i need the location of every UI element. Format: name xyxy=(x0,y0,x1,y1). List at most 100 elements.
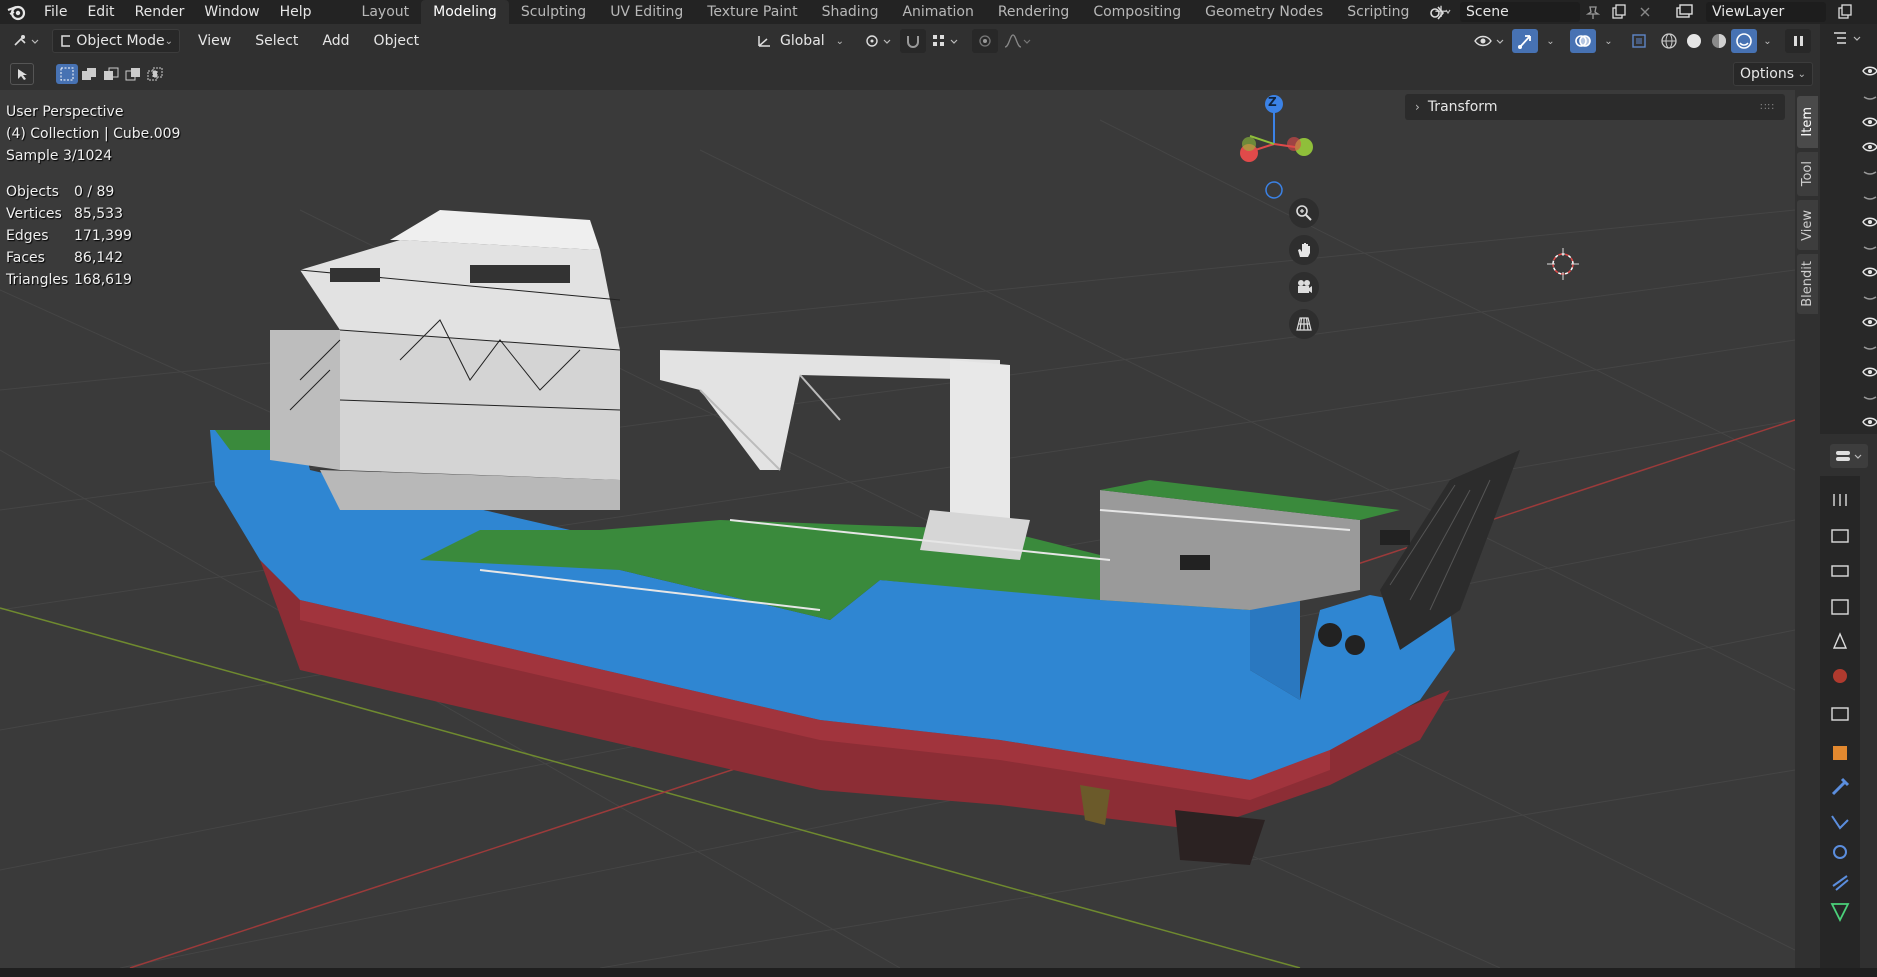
data-tab-icon xyxy=(1830,903,1850,923)
3d-viewport[interactable]: Z User Perspective (4) Collection | Cube… xyxy=(0,90,1795,968)
menu-help[interactable]: Help xyxy=(270,0,322,24)
sidebar-tabs: Item Tool View Blendit xyxy=(1795,90,1820,968)
status-bar xyxy=(0,968,1877,977)
header-menu-view[interactable]: View xyxy=(192,29,237,53)
stats-row: Faces 86,142 xyxy=(6,250,123,266)
overlays-options-chevron-icon[interactable]: ⌄ xyxy=(1598,29,1616,53)
snap-target-icon[interactable] xyxy=(928,29,964,53)
shading-options-chevron-icon[interactable]: ⌄ xyxy=(1757,29,1775,53)
viewport-scene xyxy=(0,90,1795,968)
mode-dropdown[interactable]: Object Mode ⌄ xyxy=(52,29,180,53)
sidebar-tab-view[interactable]: View xyxy=(1797,200,1818,250)
menu-window[interactable]: Window xyxy=(194,0,269,24)
scene-statistics: Objects 0 / 89 Vertices 85,533 Edges 171,39… xyxy=(6,181,132,291)
gizmo-z-label: Z xyxy=(1268,95,1277,109)
scene-name-field[interactable]: Scene xyxy=(1460,2,1580,22)
view-layer-icon[interactable] xyxy=(1666,0,1706,24)
header-menu-add[interactable]: Add xyxy=(316,29,355,53)
chevron-down-icon: ⌄ xyxy=(835,35,844,47)
snap-toggle-icon[interactable] xyxy=(900,29,926,53)
shading-wireframe-icon[interactable] xyxy=(1656,29,1682,53)
gizmo-toggle-icon[interactable] xyxy=(1512,29,1538,53)
mode-label: Object Mode xyxy=(76,33,165,49)
stats-row: Objects 0 / 89 xyxy=(6,184,115,200)
pin-icon[interactable] xyxy=(1580,0,1606,24)
chevron-down-icon: ⌄ xyxy=(1797,68,1806,80)
scene-selector: Scene xyxy=(1420,0,1658,24)
zoom-icon[interactable] xyxy=(1289,198,1319,228)
view-layer-copy-icon[interactable] xyxy=(1832,0,1858,24)
chevron-right-icon: › xyxy=(1415,100,1420,114)
tab-animation[interactable]: Animation xyxy=(890,0,985,24)
outliner-panel xyxy=(1820,24,1877,434)
options-dropdown[interactable]: Options ⌄ xyxy=(1733,62,1813,86)
tab-modeling[interactable]: Modeling xyxy=(421,0,509,24)
pause-render-icon[interactable] xyxy=(1785,29,1811,53)
top-menu-bar: File Edit Render Window Help Layout Mode… xyxy=(0,0,1877,24)
selection-mode-subtract-icon[interactable] xyxy=(100,64,122,84)
visibility-selectability-icon[interactable] xyxy=(1470,29,1508,53)
overlays-toggle-icon[interactable] xyxy=(1570,29,1596,53)
constraints-tab-icon xyxy=(1832,875,1849,891)
view-layer-name-field[interactable]: ViewLayer xyxy=(1706,2,1826,22)
tab-texture-paint[interactable]: Texture Paint xyxy=(695,0,809,24)
shading-solid-icon[interactable] xyxy=(1681,29,1707,53)
new-scene-icon[interactable] xyxy=(1606,0,1632,24)
selection-mode-extend-icon[interactable] xyxy=(78,64,100,84)
sidebar-tab-item[interactable]: Item xyxy=(1797,96,1818,148)
output-tab-icon xyxy=(1831,565,1849,577)
properties-editor-type-icon[interactable] xyxy=(1830,444,1868,468)
tab-shading[interactable]: Shading xyxy=(810,0,891,24)
gizmo-options-chevron-icon[interactable]: ⌄ xyxy=(1540,29,1558,53)
particles-tab-icon xyxy=(1831,815,1849,830)
tab-uv-editing[interactable]: UV Editing xyxy=(598,0,695,24)
outliner-filter-icon[interactable] xyxy=(1832,30,1866,50)
selection-mode-new-icon[interactable] xyxy=(56,64,78,84)
proportional-editing-icon[interactable] xyxy=(972,29,998,53)
properties-tabs xyxy=(1820,476,1860,968)
selection-mode-intersect-icon[interactable] xyxy=(144,64,166,84)
xray-toggle-icon[interactable] xyxy=(1626,29,1652,53)
pivot-point-icon[interactable] xyxy=(860,29,896,53)
viewport-header: Object Mode ⌄ View Select Add Object Glo… xyxy=(0,24,1820,58)
scene-icon[interactable] xyxy=(1420,0,1460,24)
tool-settings-row: Options ⌄ xyxy=(0,58,1820,90)
stats-row: Vertices 85,533 xyxy=(6,206,123,222)
transform-orientation-dropdown[interactable]: Global ⌄ xyxy=(750,29,850,53)
menu-edit[interactable]: Edit xyxy=(77,0,124,24)
tab-layout[interactable]: Layout xyxy=(350,0,422,24)
sidebar-tab-blendit[interactable]: Blendit xyxy=(1797,254,1818,314)
render-tab-icon xyxy=(1831,529,1849,543)
active-object-label: (4) Collection | Cube.009 xyxy=(6,126,181,142)
tab-scripting[interactable]: Scripting xyxy=(1335,0,1421,24)
render-sample-label: Sample 3/1024 xyxy=(6,148,113,164)
world-tab-icon xyxy=(1833,669,1847,683)
menu-file[interactable]: File xyxy=(34,0,77,24)
shading-material-icon[interactable] xyxy=(1706,29,1732,53)
tab-rendering[interactable]: Rendering xyxy=(986,0,1082,24)
tab-sculpting[interactable]: Sculpting xyxy=(509,0,598,24)
selection-mode-invert-icon[interactable] xyxy=(122,64,144,84)
menu-render[interactable]: Render xyxy=(125,0,195,24)
blender-logo-icon[interactable] xyxy=(0,0,34,24)
object-mode-icon xyxy=(61,35,71,47)
transform-panel-title: Transform xyxy=(1427,99,1498,115)
transform-panel-header[interactable]: › Transform ∷∷ xyxy=(1405,94,1785,120)
editor-type-icon[interactable] xyxy=(6,29,46,53)
shading-rendered-icon[interactable] xyxy=(1731,29,1757,53)
active-tool-select-icon[interactable] xyxy=(10,63,34,85)
proportional-falloff-icon[interactable] xyxy=(1000,29,1036,53)
drag-handle-icon[interactable]: ∷∷ xyxy=(1760,102,1775,113)
sidebar-tab-tool[interactable]: Tool xyxy=(1797,152,1818,196)
delete-scene-icon[interactable] xyxy=(1632,0,1658,24)
tab-geometry-nodes[interactable]: Geometry Nodes xyxy=(1193,0,1335,24)
tab-compositing[interactable]: Compositing xyxy=(1081,0,1193,24)
perspective-toggle-icon[interactable] xyxy=(1289,309,1319,339)
pan-hand-icon[interactable] xyxy=(1289,235,1319,265)
camera-view-icon[interactable] xyxy=(1289,272,1319,302)
properties-tab-icons xyxy=(1830,494,1850,923)
header-menu-select[interactable]: Select xyxy=(249,29,304,53)
header-menu-object[interactable]: Object xyxy=(368,29,426,53)
modifier-tab-icon xyxy=(1831,777,1850,796)
tool-tab-icon xyxy=(1833,494,1847,506)
